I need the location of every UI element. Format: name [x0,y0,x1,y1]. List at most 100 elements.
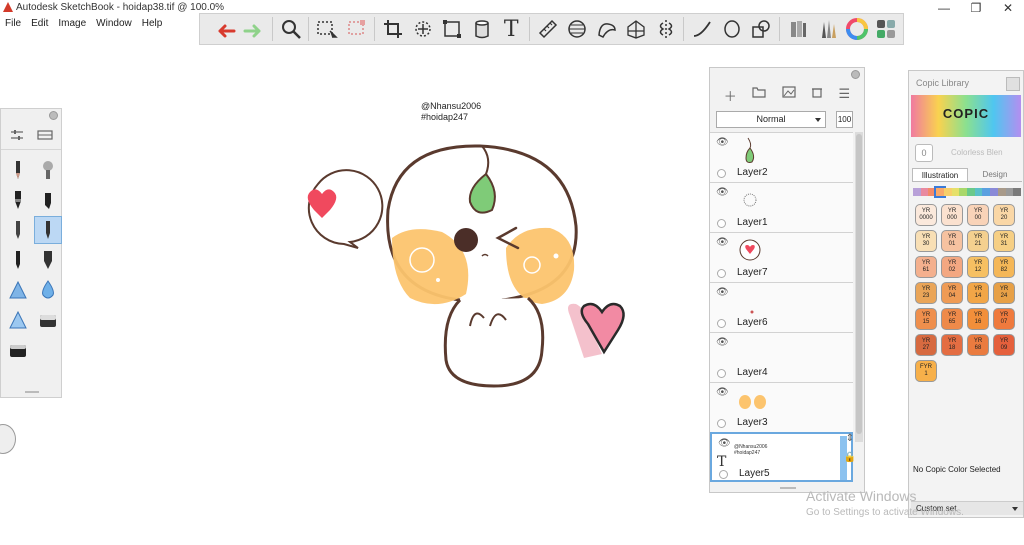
layer-item[interactable]: 👁 Layer2 [710,132,853,182]
copic-swatch[interactable]: YR 20 [993,204,1015,226]
visibility-eye-icon[interactable]: 👁 [716,237,729,248]
marker-brush[interactable] [4,186,32,214]
distort-button[interactable] [439,16,465,42]
magic-wand-select-button[interactable] [344,16,370,42]
layer-item[interactable]: 👁 Layer4 [710,332,853,382]
layer-lock-toggle[interactable] [717,219,726,228]
lagoon-puck[interactable] [0,424,16,454]
copic-swatch[interactable]: YR 07 [993,308,1015,330]
layer-item[interactable]: 👁 Layer6 [710,282,853,332]
copic-swatch[interactable]: YR 15 [915,308,937,330]
copic-swatch[interactable]: YR 21 [967,230,989,252]
ruler-button[interactable] [535,16,561,42]
text-button[interactable]: T [498,16,524,42]
fill-button[interactable] [469,16,495,42]
layer-scrollbar[interactable] [855,132,863,442]
layer-lock-toggle[interactable] [717,319,726,328]
copic-panel-toggle[interactable] [1006,77,1020,91]
copic-swatch[interactable]: YR 000 [941,204,963,226]
pencil-brush[interactable] [4,156,32,184]
copic-swatch[interactable]: YR 18 [941,334,963,356]
visibility-eye-icon[interactable]: 👁 [716,187,729,198]
chisel-marker-brush[interactable] [34,186,62,214]
layer-lock-toggle[interactable] [719,470,728,479]
colorless-blender[interactable]: 0 Colorless Blen [913,142,1021,166]
copic-swatch[interactable]: YR 14 [967,282,989,304]
layer-editor-grip[interactable] [780,487,796,489]
sliders-icon[interactable] [10,129,24,141]
zoom-button[interactable] [278,16,304,42]
copic-swatch[interactable]: YR 24 [993,282,1015,304]
ballpoint-pen-brush[interactable] [4,216,32,244]
copic-swatch[interactable]: YR 30 [915,230,937,252]
layer-item-active[interactable]: 👁 T @Nhansu2006 #hoidap247 Layer5 [710,432,853,482]
layer-item[interactable]: 👁 Layer1 [710,182,853,232]
menu-help[interactable]: Help [137,16,168,32]
stroke-line-button[interactable] [689,16,715,42]
ellipse-tool-button[interactable] [719,16,745,42]
ellipse-guide-button[interactable] [564,16,590,42]
inking-pen-brush[interactable] [34,216,62,244]
redo-button[interactable] [242,16,268,42]
visibility-eye-icon[interactable]: 👁 [716,337,729,348]
airbrush-brush[interactable] [34,156,62,184]
copic-swatch[interactable]: YR 02 [941,256,963,278]
copic-swatch[interactable]: YR 23 [915,282,937,304]
copic-swatch[interactable]: YR 65 [941,308,963,330]
visibility-eye-icon[interactable]: 👁 [716,387,729,398]
layer-lock-icon[interactable]: 🔒 [835,452,865,463]
layer-reorder-icon[interactable]: ⇕ [835,433,865,444]
layer-lock-toggle[interactable] [717,419,726,428]
crop-button[interactable] [380,16,406,42]
tab-design[interactable]: Design [968,168,1022,181]
maximize-button[interactable]: ❐ [960,0,992,16]
copic-swatch[interactable]: YR 82 [993,256,1015,278]
layer-lock-toggle[interactable] [717,269,726,278]
water-drop-brush[interactable] [34,276,62,304]
symmetry-button[interactable] [653,16,679,42]
copic-swatch[interactable]: YR 0000 [915,204,937,226]
undo-button[interactable] [212,16,238,42]
colorless-blender-swatch[interactable]: 0 [915,144,933,162]
copic-swatch[interactable]: YR 09 [993,334,1015,356]
visibility-eye-icon[interactable]: 👁 [716,137,729,148]
shape-button[interactable] [748,16,774,42]
layer-item[interactable]: 👁 Layer7 [710,232,853,282]
layer-scrollbar-thumb[interactable] [856,134,862,434]
copic-swatch[interactable]: YR 27 [915,334,937,356]
copic-swatch[interactable]: YR 68 [967,334,989,356]
copic-swatch[interactable]: FYR 1 [915,360,937,382]
add-image-icon[interactable] [782,86,796,98]
blend-mode-dropdown[interactable]: Normal [716,111,826,128]
menu-edit[interactable]: Edit [26,16,53,32]
tab-illustration[interactable]: Illustration [912,168,968,181]
copic-swatch[interactable]: YR 61 [915,256,937,278]
triangle-brush[interactable] [4,276,32,304]
soft-triangle-brush[interactable] [4,306,32,334]
swatches-button[interactable] [873,16,899,42]
layer-lock-toggle[interactable] [717,169,726,178]
visibility-eye-icon[interactable]: 👁 [718,438,731,449]
brush-library-button[interactable] [814,16,840,42]
select-button[interactable] [314,16,340,42]
copic-swatch[interactable]: YR 00 [967,204,989,226]
copic-library-button[interactable] [785,16,811,42]
french-curve-button[interactable] [594,16,620,42]
layer-item[interactable]: 👁 Layer3 [710,382,853,432]
copic-swatch[interactable]: YR 01 [941,230,963,252]
copic-swatch[interactable]: YR 16 [967,308,989,330]
copic-hue-strip[interactable] [913,186,1022,198]
brush-palette-close-button[interactable] [49,111,58,120]
eraser-brush[interactable] [34,306,62,334]
layer-opacity-field[interactable]: 100 [836,111,853,128]
trash-icon[interactable] [811,86,823,98]
close-button[interactable]: ✕ [992,0,1024,16]
visibility-eye-icon[interactable]: 👁 [716,287,729,298]
perspective-button[interactable] [623,16,649,42]
layer-editor-close-button[interactable] [851,70,860,79]
hard-eraser-brush[interactable] [4,336,32,364]
layer-lock-toggle[interactable] [717,369,726,378]
copic-swatch[interactable]: YR 12 [967,256,989,278]
layer-menu-icon[interactable]: ☰ [839,86,851,105]
color-editor-button[interactable] [844,16,870,42]
